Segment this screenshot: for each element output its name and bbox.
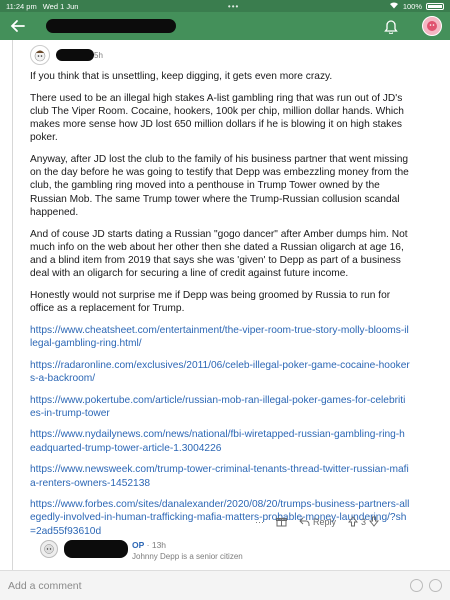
redacted-username	[56, 49, 94, 61]
paragraph: If you think that is unsettling, keep di…	[30, 71, 333, 82]
downvote-icon[interactable]	[369, 516, 380, 527]
comment-header: 5h	[30, 40, 440, 70]
commenter-avatar[interactable]	[30, 45, 50, 65]
reply-comment[interactable]: OP · 13h Johnny Depp is a senior citizen	[40, 540, 243, 562]
more-options-button[interactable]: ···	[255, 517, 264, 527]
comment-composer	[0, 570, 450, 600]
snoo-avatar-icon	[44, 544, 54, 554]
vote-group: 3	[348, 516, 380, 527]
battery-percent: 100%	[402, 1, 422, 11]
wifi-icon	[389, 1, 399, 11]
comment-body: If you think that is unsettling, keep di…	[30, 70, 410, 538]
app-header	[0, 12, 450, 40]
reply-age: · 13h	[146, 540, 167, 550]
redacted-username	[64, 540, 128, 558]
add-comment-input[interactable]	[8, 575, 410, 596]
status-date: Wed 1 Jun	[42, 1, 79, 11]
reply-arrow-icon	[299, 517, 310, 526]
emoji-icon[interactable]	[410, 579, 423, 592]
thread-line[interactable]	[12, 40, 13, 570]
paragraph: And of couse JD starts dating a Russian …	[30, 228, 408, 280]
paragraph: Anyway, after JD lost the club to the fa…	[30, 154, 409, 218]
reply-avatar[interactable]	[40, 540, 58, 558]
battery-icon	[426, 2, 444, 10]
redacted-header-text	[46, 19, 176, 33]
vote-score: 3	[361, 516, 367, 527]
comment-thread: 5h If you think that is unsettling, keep…	[0, 40, 450, 570]
link-pokertube[interactable]: https://www.pokertube.com/article/russia…	[30, 394, 410, 420]
reply-meta: OP · 13h Johnny Depp is a senior citizen	[132, 540, 243, 562]
user-avatar[interactable]	[422, 16, 442, 36]
user-flair: Johnny Depp is a senior citizen	[132, 552, 243, 561]
paragraph: Honestly would not surprise me if Depp w…	[30, 289, 391, 315]
link-radaronline[interactable]: https://radaronline.com/exclusives/2011/…	[30, 359, 410, 385]
reply-label: Reply	[313, 516, 337, 527]
reply-button[interactable]: Reply	[299, 517, 336, 527]
link-nydailynews[interactable]: https://www.nydailynews.com/news/nationa…	[30, 428, 410, 454]
back-button[interactable]	[8, 16, 28, 36]
comment: 5h If you think that is unsettling, keep…	[30, 40, 440, 546]
award-button[interactable]	[276, 516, 287, 527]
paragraph: There used to be an illegal high stakes …	[30, 92, 404, 144]
gif-icon[interactable]	[429, 579, 442, 592]
snoo-avatar-icon	[34, 50, 46, 62]
avatar-icon	[427, 21, 437, 31]
back-arrow-icon	[10, 20, 25, 32]
link-newsweek[interactable]: https://www.newsweek.com/trump-tower-cri…	[30, 463, 410, 489]
status-time: 11:24 pm	[6, 1, 37, 11]
comment-age: 5h	[94, 50, 103, 60]
multitask-dots[interactable]: •••	[228, 2, 239, 11]
link-cheatsheet[interactable]: https://www.cheatsheet.com/entertainment…	[30, 324, 410, 350]
op-badge: OP	[132, 540, 145, 550]
upvote-icon[interactable]	[348, 516, 359, 527]
notification-bell-icon[interactable]	[382, 17, 400, 35]
comment-actions: ··· Reply 3	[255, 516, 380, 527]
status-bar: 11:24 pm Wed 1 Jun ••• 100%	[0, 0, 450, 12]
gift-icon	[276, 518, 287, 527]
